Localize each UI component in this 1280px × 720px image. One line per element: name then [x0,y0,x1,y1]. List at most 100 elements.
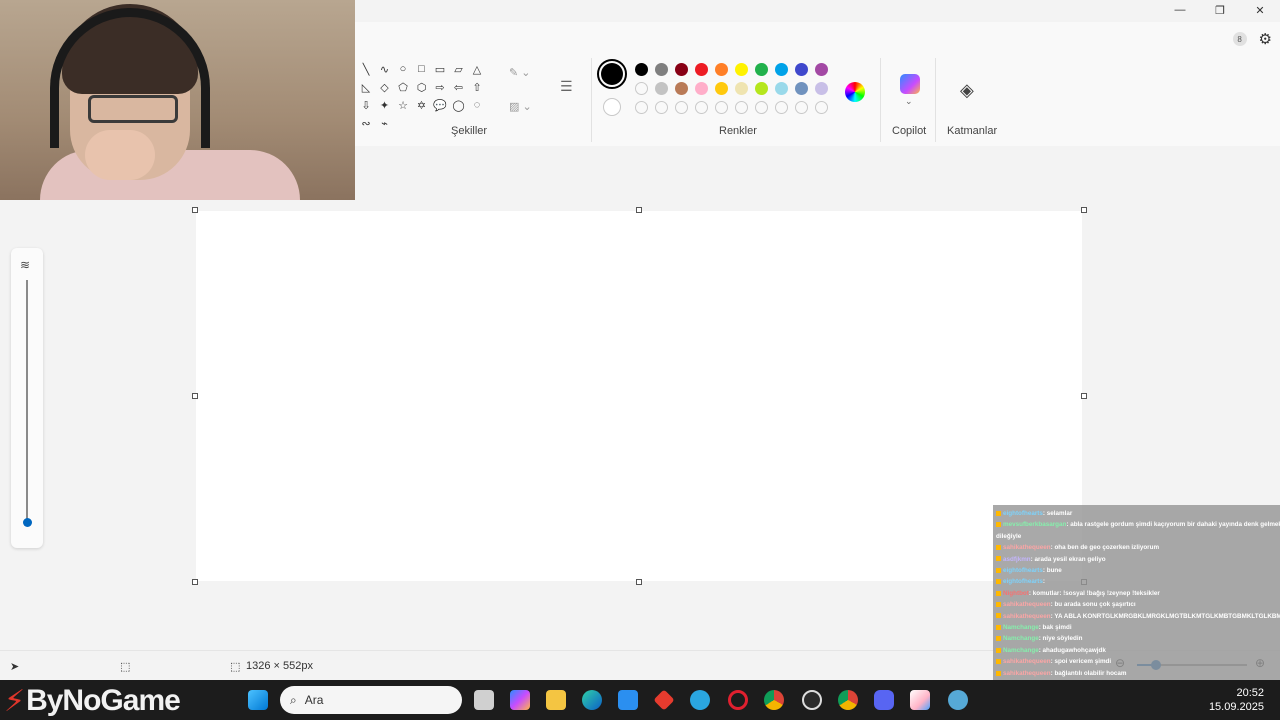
task-view-icon[interactable] [474,690,494,710]
resize-handle[interactable] [192,393,198,399]
paint-icon[interactable] [910,690,930,710]
restore-button[interactable]: ❐ [1200,0,1240,20]
webcam-overlay [0,0,355,200]
color-swatch[interactable] [635,63,648,76]
taskbar-search[interactable]: ⌕ Ara [280,686,462,714]
shape-0-icon[interactable]: ╲ [359,62,373,76]
obs-icon[interactable] [802,690,822,710]
custom-color-swatch[interactable] [715,101,728,114]
color-swatch[interactable] [815,63,828,76]
brush-size-slider[interactable]: ≋ [11,248,43,548]
minimize-button[interactable]: — [1160,0,1200,20]
custom-color-swatch[interactable] [675,101,688,114]
opera-icon[interactable] [728,690,748,710]
shape-11-icon[interactable]: ⇨ [433,80,447,94]
app-icon[interactable] [690,690,710,710]
color-swatch[interactable] [735,82,748,95]
shape-1-icon[interactable]: ∿ [378,62,392,76]
custom-color-swatch[interactable] [655,101,668,114]
shape-12-icon[interactable]: ⇦ [452,80,466,94]
color-swatch[interactable] [715,63,728,76]
resize-handle[interactable] [192,579,198,585]
discord-icon[interactable] [874,690,894,710]
app-icon[interactable] [948,690,968,710]
shapes-gallery: ╲ ∿ ○ □ ▭ ▱ △ ◺ ◇ ⬠ ⬡ ⇨ ⇦ ⇧ ⇩ ✦ ☆ ✡ 💬 ◯ ◌ ∾ ⌁ [359,62,489,130]
color-1-selected[interactable] [597,59,627,89]
color-swatch[interactable] [695,82,708,95]
shape-22-icon[interactable]: ⌁ [378,116,392,130]
copilot-taskbar-icon[interactable] [510,690,530,710]
color-swatch[interactable] [695,63,708,76]
close-button[interactable]: ✕ [1240,0,1280,20]
chrome-icon[interactable] [838,690,858,710]
chat-badge-icon [996,636,1001,642]
color-swatch[interactable] [775,63,788,76]
custom-color-swatch[interactable] [755,101,768,114]
shape-19-icon[interactable]: ◯ [452,98,466,112]
color-swatch[interactable] [715,82,728,95]
custom-color-swatch[interactable] [795,101,808,114]
file-explorer-icon[interactable] [546,690,566,710]
shape-21-icon[interactable]: ∾ [359,116,373,130]
shape-3-icon[interactable]: □ [415,62,429,76]
custom-color-swatch[interactable] [735,101,748,114]
color-swatch[interactable] [675,63,688,76]
color-swatch[interactable] [675,82,688,95]
color-swatch[interactable] [815,82,828,95]
shape-20-icon[interactable]: ◌ [470,98,484,112]
shapes-group-label: Şekiller [451,125,488,137]
resize-handle[interactable] [1081,207,1087,213]
resize-handle[interactable] [636,579,642,585]
shape-9-icon[interactable]: ⬠ [396,80,410,94]
shape-13-icon[interactable]: ⇧ [470,80,484,94]
custom-color-swatch[interactable] [775,101,788,114]
edge-icon[interactable] [582,690,602,710]
shape-14-icon[interactable]: ⇩ [359,98,373,112]
outline-icon[interactable]: ✎ ⌄ [509,66,531,79]
drawing-canvas[interactable] [196,211,1082,581]
shape-15-icon[interactable]: ✦ [378,98,392,112]
shape-6-icon[interactable]: △ [470,62,484,76]
store-icon[interactable] [618,690,638,710]
shape-5-icon[interactable]: ▱ [452,62,466,76]
resize-handle[interactable] [192,207,198,213]
start-icon[interactable] [248,690,268,710]
app-icon[interactable] [653,689,675,711]
gear-icon[interactable]: ⚙ [1259,30,1272,48]
shape-16-icon[interactable]: ☆ [396,98,410,112]
resize-handle[interactable] [636,207,642,213]
custom-color-swatch[interactable] [635,101,648,114]
chrome-icon[interactable] [764,690,784,710]
chat-message: eightofhearts: selamlar [993,508,1280,519]
shape-4-icon[interactable]: ▭ [433,62,447,76]
shape-8-icon[interactable]: ◇ [378,80,392,94]
shape-18-icon[interactable]: 💬 [433,98,447,112]
custom-color-swatch[interactable] [815,101,828,114]
color-2[interactable] [603,98,621,116]
chevron-down-icon[interactable]: ⌄ [905,96,913,107]
color-swatch[interactable] [655,63,668,76]
shape-2-icon[interactable]: ○ [396,62,410,76]
color-swatch[interactable] [755,63,768,76]
shape-10-icon[interactable]: ⬡ [415,80,429,94]
color-swatch[interactable] [735,63,748,76]
fill-icon[interactable]: ▨ ⌄ [509,100,532,113]
custom-color-swatch[interactable] [695,101,708,114]
resize-handle[interactable] [1081,393,1087,399]
color-swatch[interactable] [755,82,768,95]
color-swatch[interactable] [655,82,668,95]
color-swatch[interactable] [795,63,808,76]
copilot-label[interactable]: Copilot [892,125,926,137]
system-clock[interactable]: 20:52 15.09.2025 [1209,686,1264,714]
color-swatch[interactable] [795,82,808,95]
shape-7-icon[interactable]: ◺ [359,80,373,94]
layers-label[interactable]: Katmanlar [947,125,997,137]
color-swatch[interactable] [775,82,788,95]
slider-thumb[interactable] [23,518,32,527]
layers-icon[interactable]: ◈ [960,80,974,101]
size-icon[interactable]: ☰ [560,78,573,95]
color-swatch[interactable] [635,82,648,95]
copilot-icon[interactable] [900,74,920,94]
shape-17-icon[interactable]: ✡ [415,98,429,112]
color-wheel-icon[interactable] [845,82,865,102]
